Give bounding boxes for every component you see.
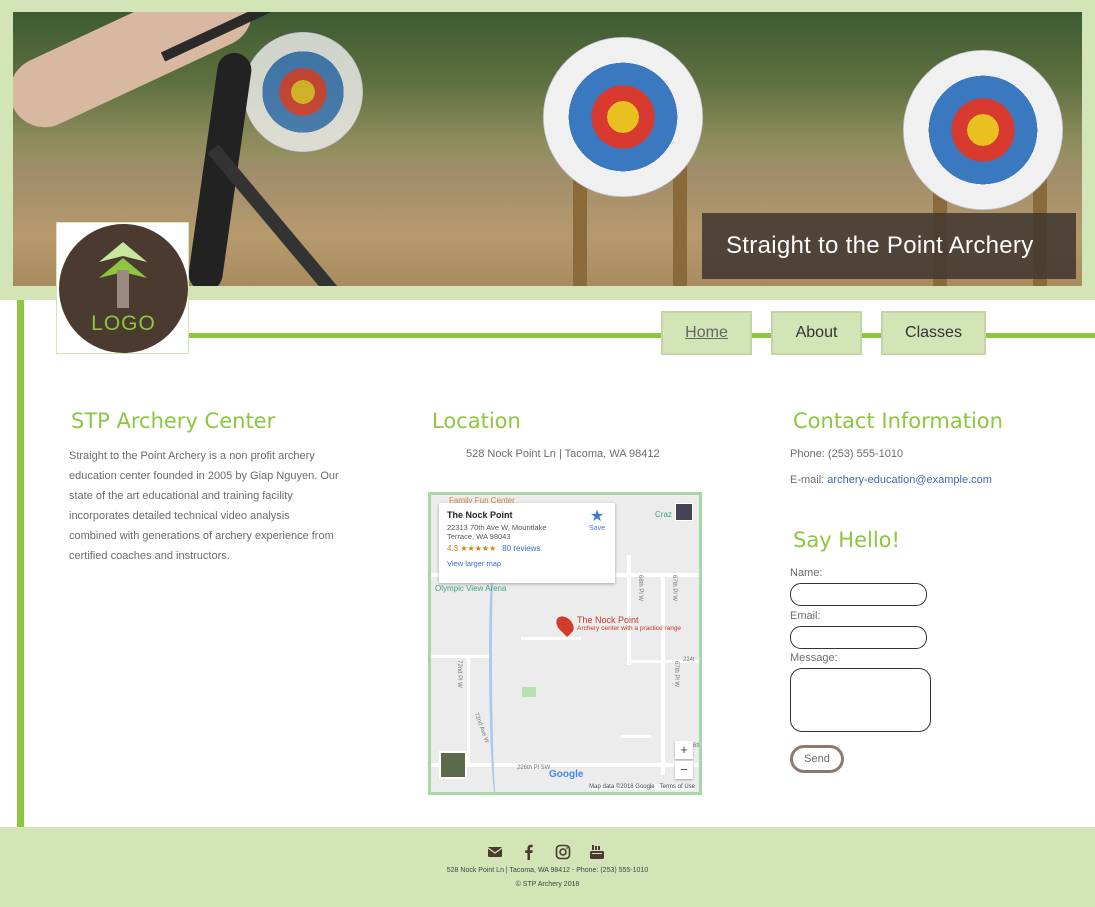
map-data-text: Map data ©2018 Google — [589, 784, 655, 790]
footer-copyright: © STP Archery 2018 — [515, 881, 580, 888]
street-view-thumbnail[interactable] — [675, 503, 693, 521]
send-button[interactable]: Send — [790, 745, 844, 773]
view-larger-map-link[interactable]: View larger map — [447, 559, 607, 568]
map-street: 224t — [683, 657, 695, 663]
target-stand — [673, 162, 687, 286]
logo-text: LOGO — [91, 312, 156, 335]
email-label: Email: — [790, 610, 821, 622]
map-street: 72nd Ave W — [472, 711, 490, 745]
map-street: 6tl — [693, 743, 700, 749]
map-satellite-toggle[interactable] — [439, 751, 467, 779]
map-pin-icon[interactable] — [552, 612, 578, 638]
map-road — [521, 637, 581, 640]
about-text: Straight to the Point Archery is a non p… — [69, 450, 339, 562]
map-street: 67th Pl W — [671, 574, 678, 602]
name-input[interactable] — [790, 583, 927, 606]
contact-email-row: E-mail: archery-education@example.com — [790, 474, 992, 486]
nav-home[interactable]: Home — [661, 311, 752, 355]
site-title: Straight to the Point Archery — [702, 213, 1076, 279]
contact-email-label: E-mail: — [790, 474, 825, 486]
nav-classes[interactable]: Classes — [881, 311, 986, 355]
map-road — [627, 555, 631, 665]
map-pin-title: The Nock Point — [577, 615, 639, 625]
embedded-map[interactable]: Family Fun Center Olympic View Arena Cra… — [428, 492, 702, 795]
archery-target — [243, 32, 363, 152]
map-road — [467, 655, 470, 765]
map-reviews-link[interactable]: 80 reviews — [502, 544, 540, 553]
about-title: STP Archery Center — [71, 409, 276, 433]
footer: 528 Nock Point Ln | Tacoma, WA 98412 - P… — [0, 827, 1095, 907]
message-label: Message: — [790, 652, 838, 664]
map-attribution: Map data ©2018 Google Terms of Use — [589, 784, 695, 790]
map-label-olympic: Olympic View Arena — [435, 584, 507, 593]
facebook-icon[interactable] — [521, 844, 537, 860]
map-street: 72nd Pl W — [455, 660, 462, 688]
email-input[interactable] — [790, 626, 927, 649]
youtube-icon[interactable] — [589, 844, 605, 860]
map-park — [522, 687, 536, 697]
map-place-address: 22313 70th Ave W, Mountlake Terrace, WA … — [447, 523, 547, 541]
map-zoom-out-button[interactable]: − — [675, 761, 693, 779]
map-save-label: Save — [589, 525, 605, 532]
map-road — [661, 575, 665, 775]
map-terms-link[interactable]: Terms of Use — [660, 784, 695, 790]
instagram-icon[interactable] — [555, 844, 571, 860]
location-address: 528 Nock Point Ln | Tacoma, WA 98412 — [466, 448, 660, 460]
map-road — [431, 763, 699, 767]
message-textarea[interactable] — [790, 668, 931, 732]
rating-stars-icon: ★★★★★ — [460, 544, 497, 553]
logo[interactable]: LOGO — [56, 222, 189, 354]
map-place-card: The Nock Point 22313 70th Ave W, Mountla… — [439, 503, 615, 583]
map-pin-label: The Nock Point Archery center with a pra… — [577, 615, 682, 633]
archery-target — [903, 50, 1063, 210]
footer-address: 528 Nock Point Ln | Tacoma, WA 98412 - P… — [446, 867, 649, 874]
name-label: Name: — [790, 567, 823, 579]
map-place-name: The Nock Point — [447, 510, 513, 520]
rating-value: 4.3 — [447, 544, 459, 553]
contact-phone: Phone: (253) 555-1010 — [790, 448, 904, 460]
map-label-crazy: Craz — [655, 510, 672, 519]
star-icon: ★ — [589, 508, 605, 525]
nav-about[interactable]: About — [771, 311, 862, 355]
form-title: Say Hello! — [793, 528, 900, 552]
map-street: 67th Pl W — [673, 660, 680, 688]
map-road — [621, 735, 651, 738]
map-zoom-in-button[interactable]: + — [675, 741, 693, 759]
map-street: 68th Pl W — [637, 574, 644, 602]
left-border-rule — [17, 300, 24, 827]
map-pin-subtitle: Archery center with a practice range — [577, 625, 682, 632]
archery-target — [543, 37, 703, 197]
contact-email-link[interactable]: archery-education@example.com — [827, 474, 992, 486]
map-street: 226th Pl SW — [517, 765, 551, 771]
map-rating: 4.3 ★★★★★ 80 reviews — [447, 544, 607, 553]
social-icons — [487, 844, 605, 860]
map-save-button[interactable]: ★ Save — [589, 508, 605, 533]
google-logo: Google — [549, 769, 584, 780]
envelope-icon[interactable] — [487, 844, 503, 860]
contact-title: Contact Information — [793, 409, 1003, 433]
location-title: Location — [432, 409, 521, 433]
map-road — [431, 655, 491, 658]
logo-circle: LOGO — [59, 224, 188, 353]
